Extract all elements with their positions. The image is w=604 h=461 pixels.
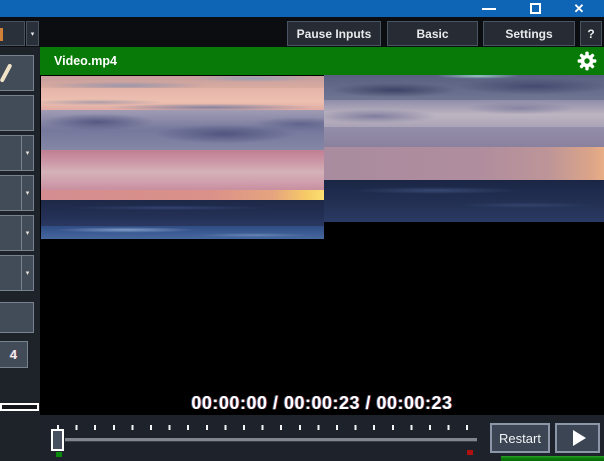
video-preview-area: 00:00:00 / 00:00:23 / 00:00:23: [40, 75, 604, 415]
maximize-icon: [530, 3, 541, 14]
transport-controls: Restart: [40, 415, 604, 461]
sidebar-split-button-3[interactable]: ▾: [0, 215, 34, 251]
input-title: Video.mp4: [54, 47, 117, 75]
chevron-down-icon[interactable]: ▾: [21, 256, 33, 290]
input-panel: Video.mp4: [40, 47, 604, 461]
input-options-sidebar: ▾ ▾ ▾ ▾ 4: [0, 47, 40, 461]
video-band: [41, 190, 324, 200]
basic-button[interactable]: Basic: [387, 21, 478, 46]
video-band: [324, 127, 604, 147]
video-band: [324, 180, 604, 222]
close-icon: ✕: [574, 0, 585, 17]
sidebar-split-button-1[interactable]: ▾: [0, 135, 34, 171]
minimize-button[interactable]: [476, 0, 502, 17]
video-frame-right: [324, 75, 604, 222]
gear-icon[interactable]: [577, 51, 597, 71]
minimize-icon: [482, 8, 496, 10]
video-band: [324, 75, 604, 100]
sidebar-button-1[interactable]: [0, 55, 34, 91]
sidebar-split-button-2[interactable]: ▾: [0, 175, 34, 211]
chevron-down-icon[interactable]: ▾: [21, 216, 33, 250]
play-button[interactable]: [555, 423, 600, 453]
video-band: [41, 88, 324, 110]
next-input-header-edge: [501, 456, 604, 461]
video-band: [41, 110, 324, 150]
video-band: [41, 150, 324, 190]
audio-meter: [0, 403, 39, 411]
video-band: [41, 76, 324, 88]
preset-text-fragment: [0, 28, 3, 41]
seekbar-ticks: [57, 425, 468, 430]
input-header[interactable]: Video.mp4: [40, 47, 604, 75]
preset-combobox[interactable]: [0, 21, 25, 46]
video-band: [324, 100, 604, 127]
app-toolbar: ▾ Pause Inputs Basic Settings ?: [0, 17, 604, 47]
sidebar-button-2[interactable]: [0, 95, 34, 131]
pause-inputs-button[interactable]: Pause Inputs: [287, 21, 381, 46]
play-icon: [573, 430, 586, 446]
video-band: [41, 200, 324, 226]
video-band: [324, 147, 604, 180]
green-status-indicator: [56, 452, 62, 457]
restart-button[interactable]: Restart: [490, 423, 550, 453]
seekbar-track[interactable]: [65, 438, 477, 442]
sidebar-slot-4-button[interactable]: 4: [0, 341, 28, 368]
window-titlebar: ✕: [0, 0, 604, 17]
video-frame-left: [41, 76, 324, 239]
chevron-down-icon: ▾: [31, 30, 35, 38]
maximize-button[interactable]: [522, 0, 548, 17]
video-band: [41, 226, 324, 239]
seekbar-thumb[interactable]: [51, 429, 64, 451]
partial-glyph-icon: [0, 63, 12, 83]
timecode-display: 00:00:00 / 00:00:23 / 00:00:23: [40, 393, 604, 414]
help-button[interactable]: ?: [580, 21, 602, 46]
sidebar-button-3[interactable]: [0, 302, 34, 333]
preset-dropdown-button[interactable]: ▾: [26, 21, 39, 46]
chevron-down-icon[interactable]: ▾: [21, 176, 33, 210]
settings-button[interactable]: Settings: [483, 21, 575, 46]
sidebar-split-button-4[interactable]: ▾: [0, 255, 34, 291]
app-window: ✕ ▾ Pause Inputs Basic Settings ? ▾ ▾ ▾ …: [0, 0, 604, 461]
close-button[interactable]: ✕: [566, 0, 592, 17]
red-status-indicator: [467, 450, 473, 455]
chevron-down-icon[interactable]: ▾: [21, 136, 33, 170]
